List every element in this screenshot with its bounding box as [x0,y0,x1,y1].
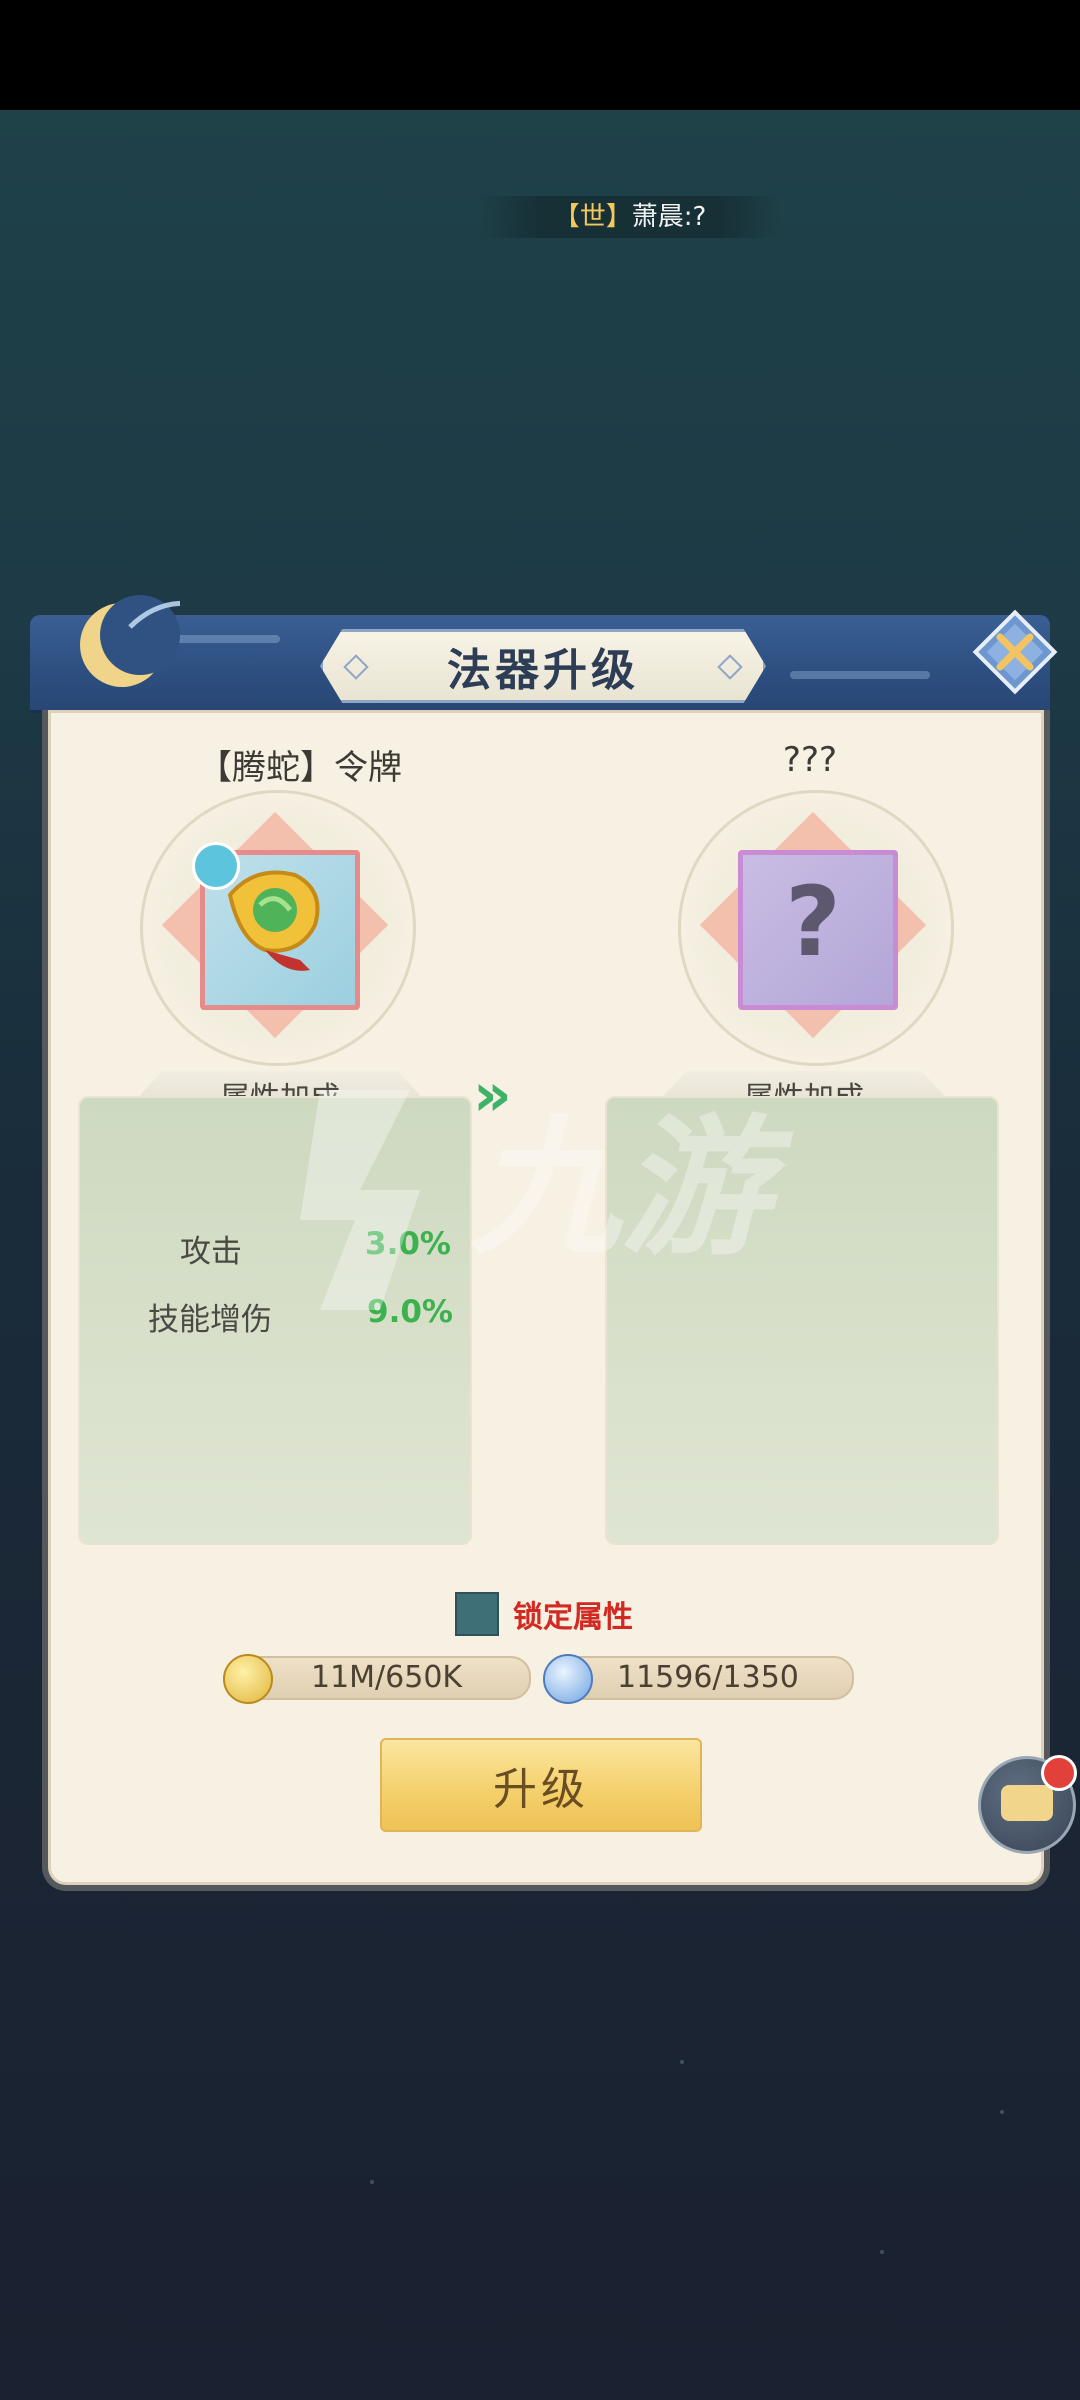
current-item-slot[interactable] [140,790,416,1066]
chat-message-text: 萧晨:? [631,202,707,232]
double-chevron-right-icon: » [473,1060,512,1130]
current-attr-panel: 攻击 3.0% 技能增伤 9.0% [78,1096,472,1545]
gold-cost-text: 11M/650K [311,1660,463,1695]
next-attr-panel [605,1096,999,1545]
question-mark-icon: ? [785,866,841,978]
svg-text:?: ? [785,866,841,978]
stat-row-skill-damage: 技能增伤 9.0% [80,1294,470,1338]
next-item-name: ??? [782,740,838,780]
dialog-title: 法器升级 [447,645,639,696]
current-item-name: 【腾蛇】令牌 [198,748,402,788]
stat-value: 3.0% [365,1226,451,1262]
crystal-cost-text: 11596/1350 [617,1660,799,1695]
gold-cost: 11M/650K [223,1654,531,1704]
stat-row-attack: 攻击 3.0% [80,1226,470,1270]
chat-bubble-icon [1001,1785,1053,1821]
stat-value: 9.0% [367,1294,453,1330]
lock-attribute-label: 锁定属性 [513,1600,633,1635]
notification-dot [1041,1755,1077,1791]
gold-coin-icon [223,1654,273,1704]
dialog-title-plate: 法器升级 [320,629,766,703]
world-channel-tag: 【世】 [553,202,632,232]
next-item-slot[interactable]: ? [678,790,954,1066]
crystal-cost: 11596/1350 [543,1654,854,1704]
upgrade-button[interactable]: 升级 [380,1738,702,1832]
ornament-icon [717,654,743,680]
sword-badge-icon [192,842,240,890]
lock-attribute-toggle[interactable]: 锁定属性 [455,1592,633,1636]
chat-button[interactable] [978,1755,1077,1854]
ornament-icon [343,654,369,680]
next-item-card: ? [738,850,898,1010]
spirit-crystal-icon [543,1654,593,1704]
stat-name: 攻击 [180,1234,242,1270]
crescent-moon-icon [80,595,180,687]
stat-name: 技能增伤 [148,1302,272,1338]
status-bar [0,0,1080,110]
lock-checkbox[interactable] [455,1592,499,1636]
world-chat-message[interactable]: 【世】萧晨:? [480,196,780,238]
close-button[interactable] [970,607,1060,697]
